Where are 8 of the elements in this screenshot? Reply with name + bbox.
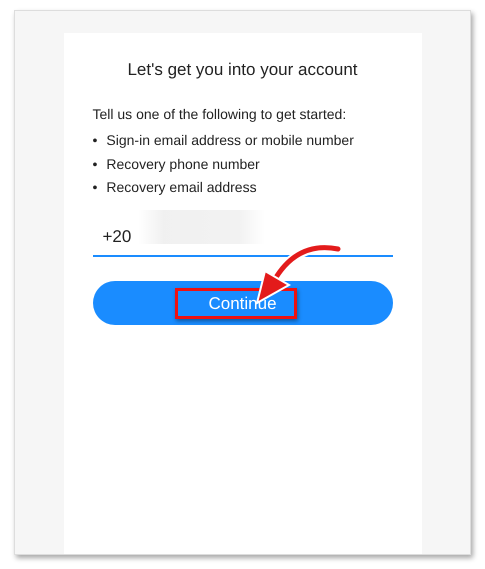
bullet: • bbox=[92, 178, 98, 196]
heading: Let's get you into your account bbox=[126, 60, 359, 80]
option-item: Recovery email address bbox=[106, 178, 257, 196]
option-item: Sign-in email address or mobile number bbox=[106, 131, 354, 150]
bullet: • bbox=[92, 154, 98, 173]
option-item: Recovery phone number bbox=[106, 154, 260, 173]
instruction-text: Tell us one of the following to get started: bbox=[92, 105, 348, 124]
bullet: • bbox=[92, 131, 98, 150]
